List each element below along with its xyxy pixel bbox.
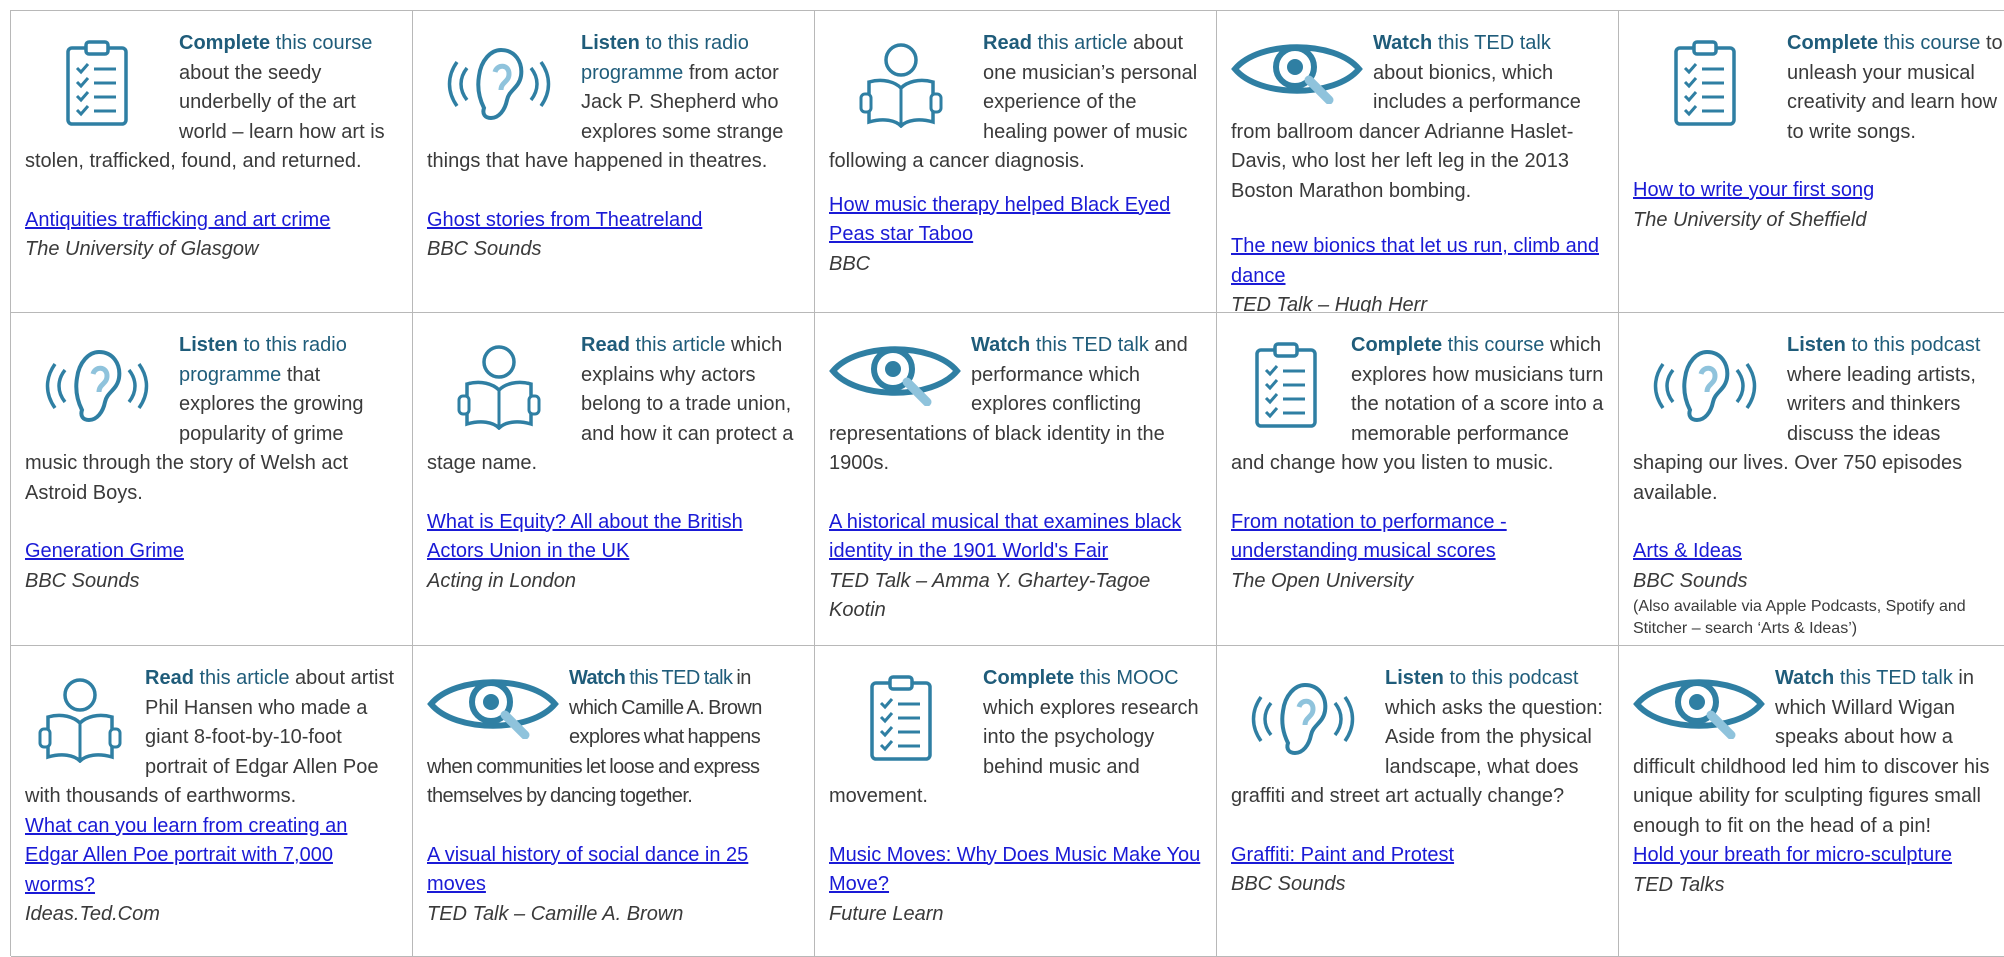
activity-grid: Complete this course about the seedy und…: [10, 10, 2004, 957]
action-object: this article: [1031, 32, 1128, 54]
eye-icon: [1629, 664, 1769, 744]
eye-icon: [423, 664, 563, 744]
resource-source: Acting in London: [427, 569, 577, 592]
action-verb: Complete: [1351, 334, 1443, 356]
resource-link[interactable]: Antiquities trafficking and art crime: [25, 206, 400, 236]
action-object: to this podcast: [1443, 667, 1579, 689]
action-verb: Listen: [179, 334, 238, 356]
action-verb: Listen: [1787, 334, 1846, 356]
resource-source: BBC Sounds: [25, 569, 140, 592]
ear-icon: [1629, 331, 1781, 439]
action-verb: Read: [983, 32, 1032, 54]
eye-icon: [1227, 29, 1367, 109]
resource-source: TED Talk – Camille A. Brown: [427, 902, 684, 925]
resource-source: The Open University: [1231, 569, 1414, 592]
resource-link[interactable]: What is Equity? All about the British Ac…: [427, 508, 802, 567]
action-object: this course: [1878, 32, 1981, 54]
reader-icon: [825, 29, 977, 137]
activity-card: Watch this TED talk in which Willard Wig…: [1619, 646, 2004, 957]
action-verb: Complete: [179, 32, 271, 54]
resource-link[interactable]: How to write your first song: [1633, 176, 2004, 206]
resource-source: Future Learn: [829, 902, 944, 925]
resource-link[interactable]: What can you learn from creating an Edga…: [25, 812, 400, 901]
action-verb: Complete: [1787, 32, 1879, 54]
action-object: this course: [270, 32, 373, 54]
resource-source: BBC Sounds: [1231, 873, 1346, 895]
action-verb: Watch: [1373, 32, 1433, 54]
resource-link[interactable]: Graffiti: Paint and Protest: [1231, 841, 1606, 871]
activity-card: Read this article which explains why act…: [413, 313, 815, 646]
action-object: this article: [629, 334, 726, 356]
activity-card: Listen to this radio programme from acto…: [413, 11, 815, 313]
resource-source: BBC Sounds: [1633, 569, 1748, 592]
action-verb: Read: [145, 667, 194, 689]
action-verb: Listen: [581, 32, 640, 54]
activity-card: Watch this TED talk about bionics, which…: [1217, 11, 1619, 313]
action-object: this TED talk: [625, 667, 733, 689]
activity-card: Listen to this podcast which asks the qu…: [1217, 646, 1619, 957]
activity-card: Watch this TED talk and performance whic…: [815, 313, 1217, 646]
reader-icon: [21, 664, 139, 772]
availability-note: (Also available via Apple Podcasts, Spot…: [1633, 598, 1966, 637]
action-object: this TED talk: [1030, 334, 1149, 356]
resource-link[interactable]: Generation Grime: [25, 537, 400, 567]
activity-card: Complete this course to unleash your mus…: [1619, 11, 2004, 313]
activity-card: Read this article about artist Phil Hans…: [11, 646, 413, 957]
resource-source: TED Talks: [1633, 873, 1725, 896]
resource-source: TED Talk – Hugh Herr: [1231, 294, 1427, 313]
activity-card: Listen to this radio programme that expl…: [11, 313, 413, 646]
resource-link[interactable]: Music Moves: Why Does Music Make You Mov…: [829, 841, 1204, 900]
reader-icon: [423, 331, 575, 439]
resource-source: BBC Sounds: [427, 238, 542, 260]
resource-link[interactable]: Ghost stories from Theatreland: [427, 206, 802, 236]
action-verb: Watch: [971, 334, 1031, 356]
action-verb: Watch: [1775, 667, 1835, 689]
action-object: this MOOC: [1074, 667, 1179, 689]
action-object: this article: [193, 667, 290, 689]
action-object: to this podcast: [1845, 334, 1981, 356]
resource-source: BBC: [829, 252, 871, 275]
ear-icon: [423, 29, 575, 137]
resource-link[interactable]: Hold your breath for micro-sculpture: [1633, 841, 2004, 871]
resource-link[interactable]: The new bionics that let us run, climb a…: [1231, 232, 1606, 291]
resource-link[interactable]: How music therapy helped Black Eyed Peas…: [829, 191, 1204, 250]
action-verb: Listen: [1385, 667, 1444, 689]
ear-icon: [1227, 664, 1379, 772]
action-verb: Watch: [569, 667, 626, 689]
resource-source: The University of Glasgow: [25, 238, 259, 260]
action-object: this TED talk: [1834, 667, 1953, 689]
activity-card: Watch this TED talk in which Camille A. …: [413, 646, 815, 957]
checklist-icon: [21, 29, 173, 137]
ear-icon: [21, 331, 173, 439]
activity-card: Read this article about one musician’s p…: [815, 11, 1217, 313]
activity-card: Complete this course which explores how …: [1217, 313, 1619, 646]
resource-source: TED Talk – Amma Y. Ghartey-Tagoe Kootin: [829, 569, 1151, 622]
checklist-icon: [1227, 331, 1345, 439]
activity-card: Complete this course about the seedy und…: [11, 11, 413, 313]
action-object: this TED talk: [1432, 32, 1551, 54]
action-verb: Complete: [983, 667, 1075, 689]
resource-source: The University of Sheffield: [1633, 208, 1867, 231]
action-object: this course: [1442, 334, 1545, 356]
activity-card: Complete this MOOC which explores resear…: [815, 646, 1217, 957]
eye-icon: [825, 331, 965, 411]
resource-link[interactable]: A historical musical that examines black…: [829, 508, 1204, 567]
checklist-icon: [1629, 29, 1781, 137]
activity-card: Listen to this podcast where leading art…: [1619, 313, 2004, 646]
resource-link[interactable]: From notation to performance - understan…: [1231, 508, 1606, 567]
resource-link[interactable]: A visual history of social dance in 25 m…: [427, 841, 802, 900]
resource-source: Ideas.Ted.Com: [25, 903, 160, 925]
action-verb: Read: [581, 334, 630, 356]
resource-link[interactable]: Arts & Ideas: [1633, 537, 2004, 567]
checklist-icon: [825, 664, 977, 772]
